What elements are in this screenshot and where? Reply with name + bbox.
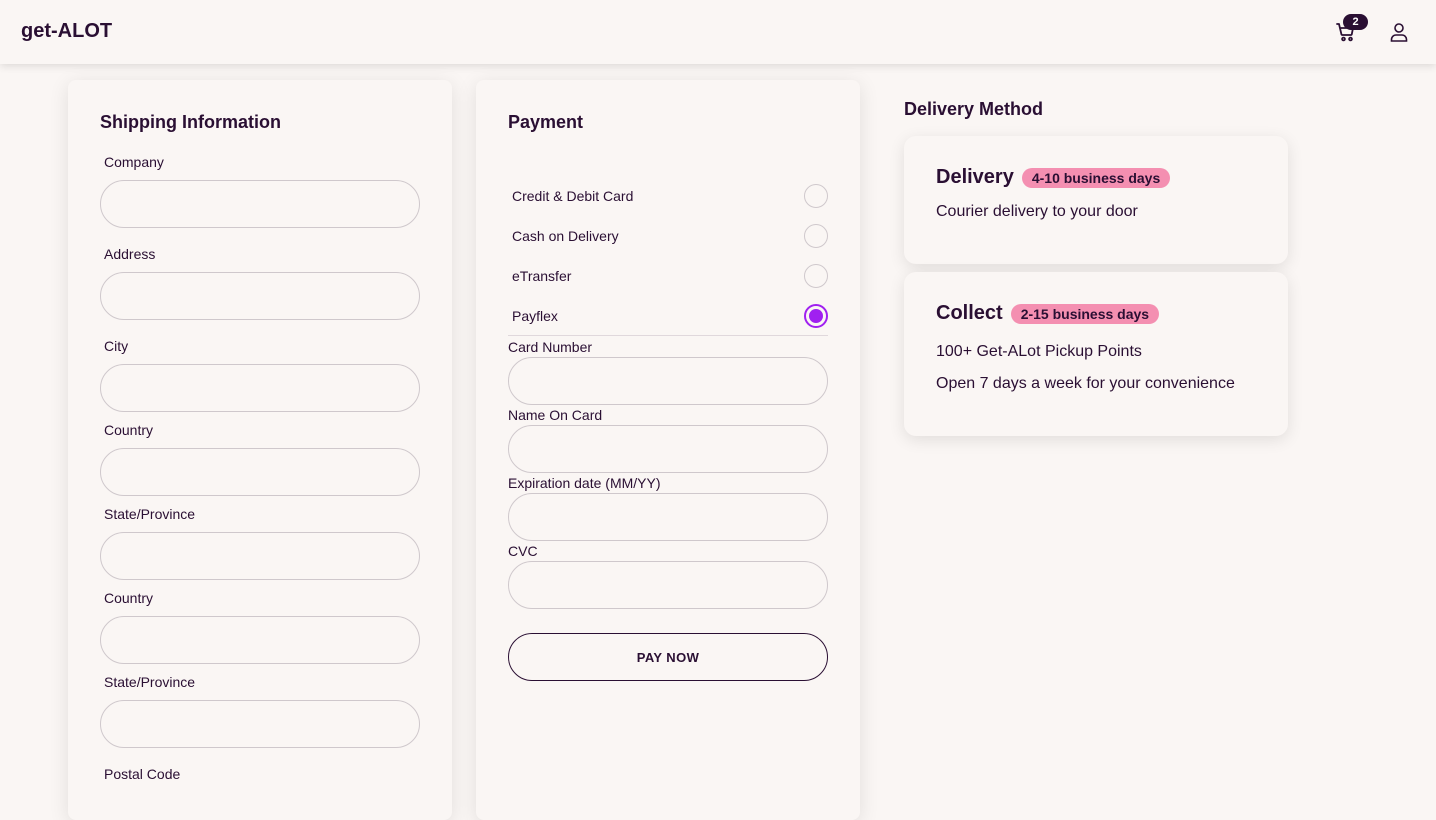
payment-method-etransfer[interactable]: eTransfer [508,256,828,296]
delivery-option-description: Open 7 days a week for your convenience [936,375,1235,392]
radio-button[interactable] [804,224,828,248]
delivery-option-header: Delivery 4-10 business days [936,166,1171,189]
shipping-title: Shipping Information [100,112,281,132]
payment-method-label: eTransfer [512,268,572,284]
brand-logo[interactable]: get-ALOT [21,20,112,43]
postal-code-label: Postal Code [104,766,181,782]
city-label: City [104,338,129,354]
country-input-2[interactable] [100,616,420,664]
country-label-2: Country [104,590,154,606]
state-province-input-2[interactable] [100,700,420,748]
payment-method-label: Cash on Delivery [512,228,619,244]
delivery-option-name: Collect [936,302,1003,324]
delivery-option-header: Collect 2-15 business days [936,302,1160,325]
name-on-card-label: Name On Card [508,407,603,423]
city-input[interactable] [100,364,420,412]
delivery-option-delivery[interactable]: Delivery 4-10 business days Courier deli… [904,136,1288,264]
cvc-label: CVC [508,543,538,559]
radio-button-selected[interactable] [804,303,828,328]
name-on-card-input[interactable] [508,425,828,473]
delivery-option-description: Courier delivery to your door [936,203,1138,220]
user-icon [1390,23,1408,42]
shipping-information-card: Shipping Information Company Address Cit… [68,80,452,820]
card-number-input[interactable] [508,357,828,405]
cart-count-badge: 2 [1343,14,1368,30]
payment-card: Payment Credit & Debit Card Cash on Deli… [476,80,860,820]
state-province-label-2: State/Province [104,674,196,690]
payment-method-label: Payflex [512,307,558,324]
top-navigation-bar: get-ALOT 2 [0,0,1436,64]
payment-method-label: Credit & Debit Card [512,188,634,204]
address-label: Address [104,246,156,262]
delivery-time-badge: 4-10 business days [1021,167,1171,188]
account-button[interactable] [1387,20,1411,44]
company-label: Company [104,154,164,170]
state-province-input[interactable] [100,532,420,580]
delivery-option-collect[interactable]: Collect 2-15 business days 100+ Get-ALot… [904,272,1288,436]
payment-method-payflex[interactable]: Payflex [508,296,828,336]
payment-title: Payment [508,112,584,132]
delivery-time-badge: 2-15 business days [1010,303,1160,324]
pay-now-button[interactable]: PAY NOW [508,633,828,681]
address-input[interactable] [100,272,420,320]
delivery-method-title: Delivery Method [904,99,1044,119]
country-input[interactable] [100,448,420,496]
payment-method-credit-debit[interactable]: Credit & Debit Card [508,176,828,216]
radio-button[interactable] [804,184,828,208]
delivery-option-description: 100+ Get-ALot Pickup Points [936,343,1142,360]
country-label: Country [104,422,154,438]
delivery-option-name: Delivery [936,166,1014,188]
state-province-label: State/Province [104,506,196,522]
expiration-date-input[interactable] [508,493,828,541]
cvc-input[interactable] [508,561,828,609]
payment-method-cash-on-delivery[interactable]: Cash on Delivery [508,216,828,256]
expiration-date-label: Expiration date (MM/YY) [508,475,661,491]
radio-button[interactable] [804,264,828,288]
company-input[interactable] [100,180,420,228]
card-number-label: Card Number [508,339,593,355]
